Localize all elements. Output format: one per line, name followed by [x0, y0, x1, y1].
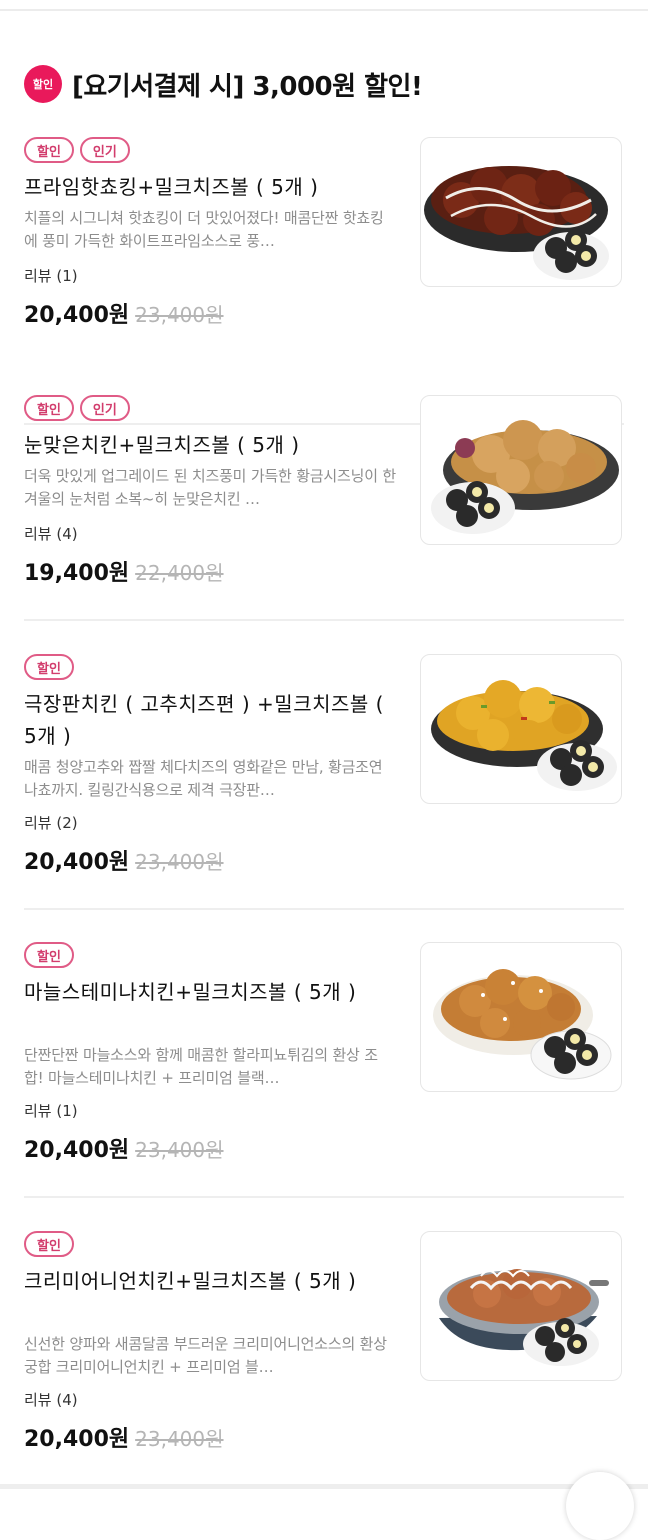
item-image[interactable]: [420, 1231, 622, 1381]
menu-item[interactable]: 할인 크리미어니언치킨+밀크치즈볼 ( 5개 ) 신선한 양파와 새콤달콤 부드…: [0, 1231, 648, 1471]
onion-chicken-pan-icon: [439, 1269, 609, 1366]
item-price: 20,400원 23,400원: [24, 844, 224, 876]
item-description: 매콤 청양고추와 짭짤 체다치즈의 영화같은 만남, 황금조연 나쵸까지. 킬링…: [24, 758, 383, 799]
sale-price: 20,400원: [24, 1138, 130, 1163]
menu-item[interactable]: 할인 인기 프라임핫쵸킹+밀크치즈볼 ( 5개 ) 치플의 시그니쳐 핫쵸킹이 …: [0, 137, 648, 425]
sale-price: 20,400원: [24, 850, 130, 875]
tag-discount: 할인: [24, 137, 74, 163]
item-reviews: 리뷰 (1): [24, 267, 78, 285]
original-price: 23,400원: [135, 303, 224, 327]
tag-discount: 할인: [24, 942, 74, 968]
tag-discount: 할인: [24, 1231, 74, 1257]
tag-discount: 할인: [24, 654, 74, 680]
garlic-chicken-icon: [433, 969, 612, 1080]
section-title: [요기서결제 시] 3,000원 할인!: [72, 71, 423, 102]
item-name: 마늘스테미나치킨+밀크치즈볼 ( 5개 ): [24, 980, 357, 1004]
seasoned-chicken-icon: [431, 420, 619, 534]
item-price: 20,400원 23,400원: [24, 297, 224, 329]
item-image[interactable]: [420, 395, 622, 545]
sale-price: 19,400원: [24, 561, 130, 586]
item-divider: [24, 908, 624, 910]
scroll-top-button[interactable]: [566, 1472, 634, 1540]
item-tags: 할인 인기: [24, 137, 130, 163]
item-name: 크리미어니언치킨+밀크치즈볼 ( 5개 ): [24, 1269, 357, 1293]
tag-popular: 인기: [79, 137, 130, 163]
item-description: 더욱 맛있게 업그레이드 된 치즈풍미 가득한 황금시즈닝이 한 겨울의 눈처럼…: [24, 467, 396, 508]
item-reviews: 리뷰 (4): [24, 1391, 78, 1409]
menu-item[interactable]: 할인 인기 눈맞은치킨+밀크치즈볼 ( 5개 ) 더욱 맛있게 업그레이드 된 …: [0, 395, 648, 621]
item-reviews: 리뷰 (4): [24, 525, 78, 543]
item-name: 극장판치킨 ( 고추치즈편 ) +밀크치즈볼 ( 5개 ): [24, 692, 384, 748]
item-description: 신선한 양파와 새콤달콤 부드러운 크리미어니언소스의 환상궁합 크리미어니언치…: [24, 1335, 387, 1376]
item-tags: 할인: [24, 654, 74, 680]
item-description: 치플의 시그니쳐 핫쵸킹이 더 맛있어졌다! 매콤단짠 핫쵸킹에 풍미 가득한 …: [24, 209, 384, 250]
menu-item[interactable]: 할인 극장판치킨 ( 고추치즈편 ) +밀크치즈볼 ( 5개 ) 매콤 청양고추…: [0, 654, 648, 910]
original-price: 23,400원: [135, 1138, 224, 1162]
sale-price: 20,400원: [24, 1427, 130, 1452]
item-price: 20,400원 23,400원: [24, 1132, 224, 1164]
top-divider: [0, 9, 648, 11]
item-image[interactable]: [420, 942, 622, 1092]
item-tags: 할인 인기: [24, 395, 130, 421]
section-header: 할인 [요기서결제 시] 3,000원 할인!: [24, 64, 423, 104]
original-price: 23,400원: [135, 1427, 224, 1451]
item-price: 19,400원 22,400원: [24, 555, 224, 587]
item-name: 프라임핫쵸킹+밀크치즈볼 ( 5개 ): [24, 175, 319, 199]
glazed-chicken-icon: [424, 166, 609, 280]
original-price: 22,400원: [135, 561, 224, 585]
cheese-pepper-chicken-icon: [431, 680, 617, 791]
item-image[interactable]: [420, 137, 622, 287]
item-tags: 할인: [24, 942, 74, 968]
item-description: 단짠단짠 마늘소스와 함께 매콤한 할라피뇨튀김의 환상 조합! 마늘스테미나치…: [24, 1046, 378, 1087]
item-tags: 할인: [24, 1231, 74, 1257]
tag-popular: 인기: [79, 395, 130, 421]
item-divider: [24, 1196, 624, 1198]
tag-discount: 할인: [24, 395, 74, 421]
discount-badge-icon: 할인: [24, 65, 62, 103]
item-name: 눈맞은치킨+밀크치즈볼 ( 5개 ): [24, 433, 300, 457]
item-image[interactable]: [420, 654, 622, 804]
menu-item[interactable]: 할인 마늘스테미나치킨+밀크치즈볼 ( 5개 ) 단짠단짠 마늘소스와 함께 매…: [0, 942, 648, 1198]
sale-price: 20,400원: [24, 303, 130, 328]
original-price: 23,400원: [135, 850, 224, 874]
item-reviews: 리뷰 (2): [24, 814, 78, 832]
item-reviews: 리뷰 (1): [24, 1102, 78, 1120]
item-price: 20,400원 23,400원: [24, 1421, 224, 1453]
bottom-divider: [0, 1484, 648, 1489]
item-divider: [24, 619, 624, 621]
